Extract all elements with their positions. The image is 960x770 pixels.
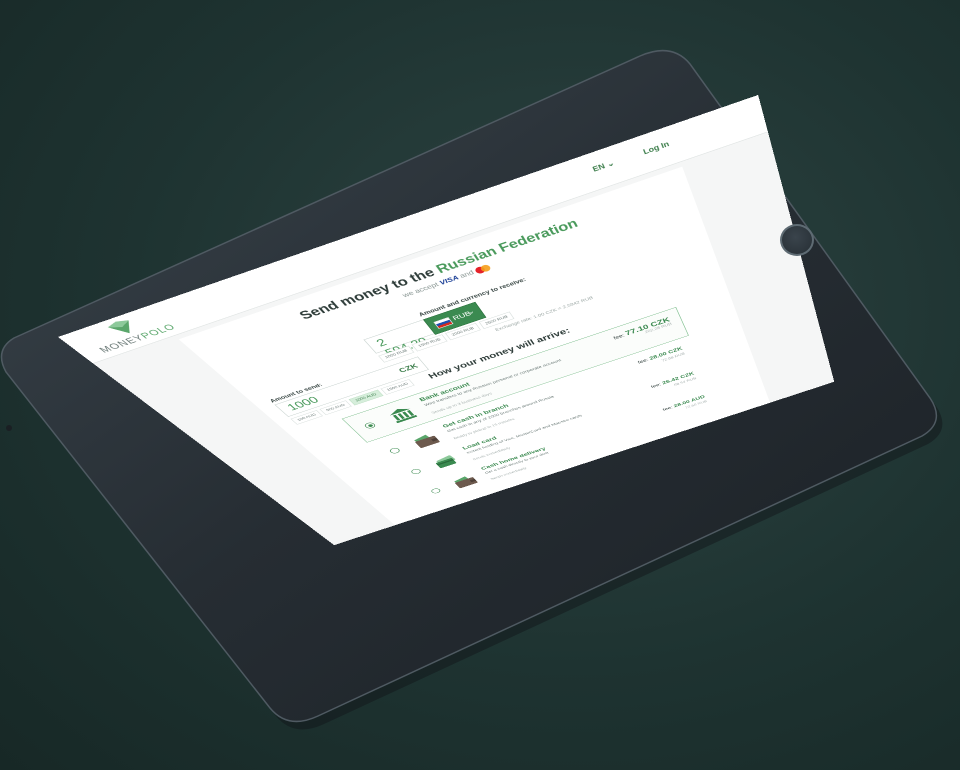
russia-flag-icon [433, 317, 453, 329]
wallet-icon [450, 473, 480, 490]
radio-unselected[interactable] [410, 468, 422, 475]
card-icon [430, 453, 461, 471]
radio-selected[interactable] [363, 422, 377, 430]
login-link[interactable]: Log In [642, 140, 670, 156]
wallet-icon [409, 431, 442, 450]
bank-icon [385, 404, 420, 424]
send-currency[interactable]: CZK [397, 362, 420, 374]
tablet-home-button[interactable] [780, 224, 814, 256]
tablet-camera [6, 425, 12, 431]
mastercard-icon [474, 264, 492, 275]
tablet-device: MONEYPOLO EN ⌄ Log In Send money to the … [0, 0, 960, 770]
chevron-down-icon: ⌄ [606, 159, 616, 169]
radio-unselected[interactable] [388, 447, 401, 454]
language-selector[interactable]: EN ⌄ [592, 159, 616, 173]
radio-unselected[interactable] [430, 488, 442, 495]
